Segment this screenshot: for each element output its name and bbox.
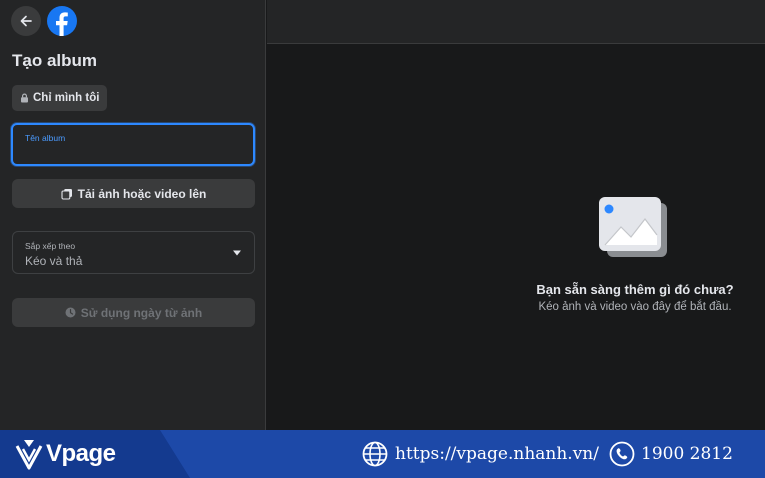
website-url: https://vpage.nhanh.vn/ bbox=[395, 444, 599, 464]
phone-icon bbox=[609, 441, 635, 467]
privacy-button[interactable]: Chỉ mình tôi bbox=[12, 85, 108, 111]
use-photo-date-label: Sử dụng ngày từ ảnh bbox=[80, 305, 203, 320]
album-name-field[interactable]: Tên album bbox=[11, 123, 255, 166]
main-top-bar bbox=[267, 0, 765, 44]
caret-down-icon bbox=[233, 250, 241, 256]
upload-photos-button[interactable]: Tải ảnh hoặc video lên bbox=[12, 179, 255, 208]
album-drop-area[interactable]: Bạn sẵn sàng thêm gì đó chưa? Kéo ảnh và… bbox=[267, 0, 765, 430]
empty-state-subtitle: Kéo ảnh và video vào đây để bắt đầu. bbox=[538, 301, 732, 313]
lock-icon bbox=[21, 93, 28, 103]
vpage-banner: Vpage https://vpage.nhanh.vn/ 1900 2812 bbox=[0, 430, 765, 478]
privacy-label: Chỉ mình tôi bbox=[33, 92, 100, 104]
album-name-label: Tên album bbox=[25, 133, 66, 143]
hotline[interactable]: 1900 2812 bbox=[609, 441, 733, 467]
upload-label: Tải ảnh hoặc video lên bbox=[77, 186, 207, 201]
vpage-brand: Vpage bbox=[14, 436, 116, 472]
create-album-sidebar: Tạo album Chỉ mình tôi Tên album Tải ảnh… bbox=[0, 0, 266, 430]
website-link[interactable]: https://vpage.nhanh.vn/ bbox=[362, 441, 599, 467]
facebook-logo-icon[interactable] bbox=[47, 6, 77, 36]
photo-stack-icon bbox=[61, 188, 72, 200]
page-title: Tạo album bbox=[12, 51, 98, 70]
sort-order-select[interactable]: Sắp xếp theo Kéo và thả bbox=[12, 231, 255, 274]
empty-state-title: Bạn sẵn sàng thêm gì đó chưa? bbox=[536, 282, 734, 297]
sort-order-label: Sắp xếp theo bbox=[25, 241, 76, 251]
clock-icon bbox=[65, 307, 76, 318]
back-button[interactable] bbox=[11, 6, 41, 36]
top-bar bbox=[0, 0, 266, 42]
vpage-logo-icon bbox=[15, 440, 43, 470]
album-name-input[interactable] bbox=[25, 145, 245, 161]
brand-name: Vpage bbox=[46, 440, 116, 467]
use-photo-date-button[interactable]: Sử dụng ngày từ ảnh bbox=[12, 298, 255, 327]
globe-icon bbox=[362, 441, 388, 467]
sort-order-value: Kéo và thả bbox=[25, 254, 83, 268]
photo-placeholder-icon bbox=[599, 197, 667, 257]
arrow-left-icon bbox=[20, 15, 32, 27]
phone-number: 1900 2812 bbox=[641, 444, 733, 464]
facebook-create-album-app: Tạo album Chỉ mình tôi Tên album Tải ảnh… bbox=[0, 0, 765, 430]
